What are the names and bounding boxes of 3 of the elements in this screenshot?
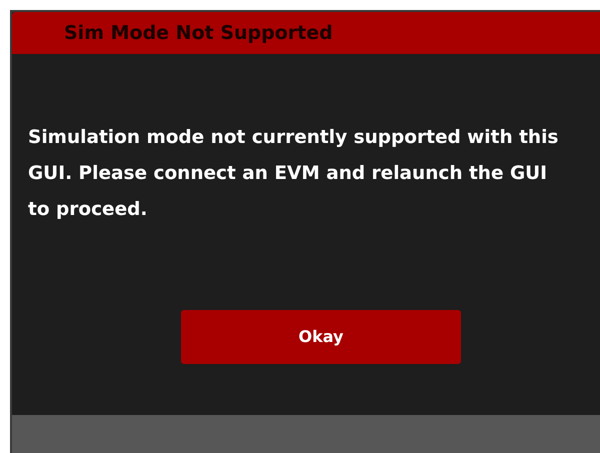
- dialog-title: Sim Mode Not Supported: [64, 20, 333, 46]
- message-text: Simulation mode not currently supported with this GUI. Please connect an EVM and relaunch the GUI to proceed.: [28, 126, 560, 222]
- okay-button[interactable]: Okay: [181, 310, 461, 364]
